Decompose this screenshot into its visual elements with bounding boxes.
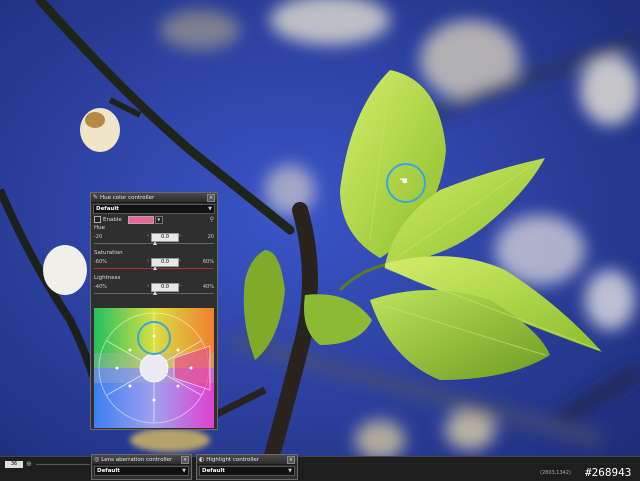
preset-value: Default (97, 468, 120, 474)
preset-select[interactable]: Default ▼ (93, 204, 215, 214)
cursor-coords: (2803,1342) (540, 470, 571, 476)
increment-icon[interactable]: › (179, 258, 181, 264)
decrement-icon[interactable]: ‹ (147, 233, 149, 239)
close-icon[interactable]: × (287, 455, 295, 464)
lens-icon: ◎ (94, 456, 100, 463)
hue-label: Hue (94, 225, 106, 231)
image-id-label: #268943 (585, 466, 632, 479)
decrement-icon[interactable]: ‹ (147, 283, 149, 289)
preset-select[interactable]: Default ▼ (94, 466, 189, 476)
decrement-icon[interactable]: ‹ (147, 258, 149, 264)
enable-label: Enable (103, 216, 122, 223)
saturation-label: Saturation (94, 250, 123, 256)
lens-aberration-controller-panel: ◎ Lens aberration controller × Default ▼ (91, 454, 192, 480)
zoom-value-input[interactable]: 36 (5, 461, 23, 468)
hue-slider-thumb[interactable] (153, 241, 157, 245)
lightness-label: Lightness (94, 275, 121, 281)
panel-titlebar[interactable]: ◐ Highlight controller × (197, 455, 297, 465)
panel-titlebar[interactable]: ✎ Hue color controller × (91, 193, 217, 203)
hue-slider[interactable] (94, 241, 214, 246)
hand-cursor-icon: ☚ (399, 176, 408, 187)
lightness-min: -40% (94, 284, 107, 290)
preset-select[interactable]: Default ▼ (199, 466, 295, 476)
saturation-slider-thumb[interactable] (153, 266, 157, 270)
saturation-max: 60% (202, 259, 214, 265)
close-icon[interactable]: × (207, 193, 215, 202)
panel-title: Lens aberration controller (101, 456, 173, 463)
chevron-down-icon: ▼ (182, 468, 186, 474)
chevron-down-icon: ▼ (208, 206, 212, 212)
lightness-slider[interactable] (94, 291, 214, 296)
increment-icon[interactable]: › (179, 283, 181, 289)
increment-icon[interactable]: › (179, 233, 181, 239)
close-icon[interactable]: × (181, 455, 189, 464)
eyedropper-icon[interactable]: ⚲ (210, 216, 214, 223)
hue-max: 20 (207, 234, 214, 240)
panel-title: Hue color controller (100, 194, 155, 201)
hue-color-wheel[interactable] (94, 308, 214, 428)
chevron-down-icon: ▼ (288, 468, 292, 474)
zoom-slider[interactable] (36, 464, 90, 465)
saturation-slider[interactable] (94, 266, 214, 271)
hue-color-controller-panel: ✎ Hue color controller × Default ▼ Enabl… (90, 192, 218, 430)
panel-titlebar[interactable]: ◎ Lens aberration controller × (92, 455, 191, 465)
hue-color-swatch[interactable] (127, 215, 154, 224)
panel-title: Highlight controller (206, 456, 260, 463)
zoom-icon[interactable]: ⊕ (26, 460, 32, 468)
wrench-icon: ✎ (93, 194, 99, 201)
saturation-min: -60% (94, 259, 107, 265)
preset-value: Default (96, 206, 119, 212)
hue-min: -20 (94, 234, 103, 240)
chevron-down-icon[interactable]: ▼ (154, 215, 163, 224)
lightness-max: 40% (202, 284, 214, 290)
highlight-icon: ◐ (199, 456, 205, 463)
preset-value: Default (202, 468, 225, 474)
lightness-slider-thumb[interactable] (153, 291, 157, 295)
enable-checkbox[interactable] (94, 216, 101, 223)
highlight-controller-panel: ◐ Highlight controller × Default ▼ (196, 454, 298, 480)
